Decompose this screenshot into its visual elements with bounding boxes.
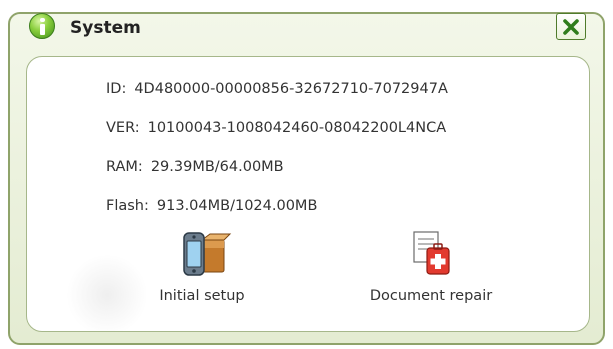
ram-value: 29.39MB/64.00MB	[150, 159, 284, 175]
close-button[interactable]	[556, 13, 586, 40]
initial-setup-button[interactable]: Initial setup	[140, 230, 264, 304]
version-value: 10100043-1008042460-08042200L4NCA	[147, 120, 447, 136]
document-repair-button[interactable]: Document repair	[358, 230, 504, 304]
document-repair-icon	[413, 231, 450, 275]
version-label: VER:	[106, 120, 140, 136]
info-icon	[29, 13, 55, 39]
close-icon	[563, 18, 579, 35]
version-row: VER: 10100043-1008042460-08042200L4NCA	[106, 118, 446, 138]
device-setup-icon	[183, 232, 232, 276]
ram-row: RAM: 29.39MB/64.00MB	[106, 157, 284, 177]
ram-label: RAM:	[106, 159, 143, 175]
document-repair-label: Document repair	[369, 288, 493, 304]
device-id-value: 4D480000-00000856-32672710-7072947A	[134, 81, 448, 97]
flash-row: Flash: 913.04MB/1024.00MB	[106, 196, 317, 216]
device-id-label: ID:	[106, 81, 127, 97]
flash-label: Flash:	[106, 198, 149, 214]
flash-value: 913.04MB/1024.00MB	[156, 198, 318, 214]
initial-setup-label: Initial setup	[159, 288, 245, 304]
dialog-title: System	[70, 18, 141, 38]
device-id-row: ID: 4D480000-00000856-32672710-7072947A	[106, 79, 448, 99]
watermark-decoration	[67, 255, 147, 331]
